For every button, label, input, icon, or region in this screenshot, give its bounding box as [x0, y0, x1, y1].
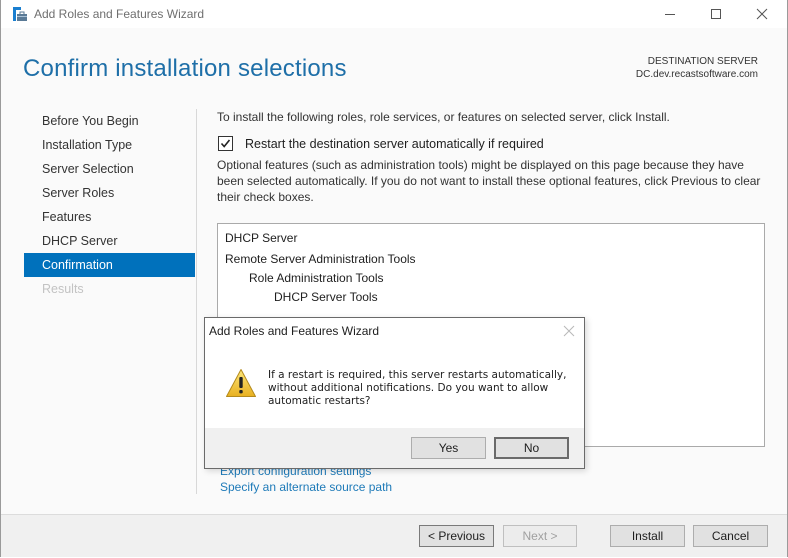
nav-item-before-you-begin[interactable]: Before You Begin — [24, 109, 195, 133]
cancel-button[interactable]: Cancel — [693, 525, 768, 547]
dialog-message: If a restart is required, this server re… — [268, 369, 567, 407]
wizard-window: Add Roles and Features Wizard Confirm in… — [0, 0, 788, 557]
dialog-close-icon[interactable] — [562, 324, 576, 338]
destination-server-info: DESTINATION SERVER DC.dev.recastsoftware… — [636, 55, 758, 81]
nav-item-server-roles[interactable]: Server Roles — [24, 181, 195, 205]
nav-item-results: Results — [42, 282, 84, 296]
yes-button[interactable]: Yes — [411, 437, 486, 459]
minimize-button[interactable] — [647, 0, 693, 28]
server-manager-icon — [13, 7, 27, 21]
list-item: Role Administration Tools — [249, 271, 384, 285]
nav-item-confirmation[interactable]: Confirmation — [24, 253, 195, 277]
page-title: Confirm installation selections — [23, 55, 347, 82]
nav-item-installation-type[interactable]: Installation Type — [24, 133, 195, 157]
minimize-icon — [665, 14, 675, 15]
checkmark-icon — [220, 139, 231, 148]
maximize-icon — [711, 9, 721, 19]
intro-text: To install the following roles, role ser… — [217, 110, 670, 124]
install-button[interactable]: Install — [610, 525, 685, 547]
destination-server-label: DESTINATION SERVER — [647, 56, 758, 67]
wizard-footer: < Previous Next > Install Cancel — [1, 514, 787, 557]
title-bar: Add Roles and Features Wizard — [1, 0, 787, 28]
previous-button[interactable]: < Previous — [419, 525, 494, 547]
nav-divider — [196, 109, 197, 494]
no-button[interactable]: No — [494, 437, 569, 459]
content-area: To install the following roles, role ser… — [217, 108, 767, 205]
nav-item-dhcp-server[interactable]: DHCP Server — [24, 229, 195, 253]
nav-item-server-selection[interactable]: Server Selection — [24, 157, 195, 181]
close-button[interactable] — [739, 0, 785, 28]
dialog-footer: Yes No — [205, 428, 584, 468]
restart-checkbox-label[interactable]: Restart the destination server automatic… — [245, 137, 544, 151]
restart-checkbox[interactable] — [218, 136, 233, 151]
list-item: Remote Server Administration Tools — [225, 252, 416, 266]
list-item: DHCP Server — [225, 231, 298, 245]
window-title: Add Roles and Features Wizard — [34, 7, 205, 21]
dialog-title: Add Roles and Features Wizard — [209, 324, 380, 338]
restart-confirm-dialog: Add Roles and Features Wizard If a resta… — [204, 317, 585, 469]
next-button: Next > — [503, 525, 577, 547]
nav-item-features[interactable]: Features — [24, 205, 195, 229]
warning-icon — [226, 369, 256, 397]
restart-option: Restart the destination server automatic… — [217, 136, 767, 151]
alternate-source-path-link[interactable]: Specify an alternate source path — [220, 479, 392, 495]
optional-features-note: Optional features (such as administratio… — [217, 158, 761, 204]
wizard-nav: Before You Begin Installation Type Serve… — [24, 109, 195, 301]
close-icon — [756, 8, 768, 20]
maximize-button[interactable] — [693, 0, 739, 28]
list-item: DHCP Server Tools — [274, 290, 378, 304]
destination-server-name: DC.dev.recastsoftware.com — [635, 69, 758, 80]
